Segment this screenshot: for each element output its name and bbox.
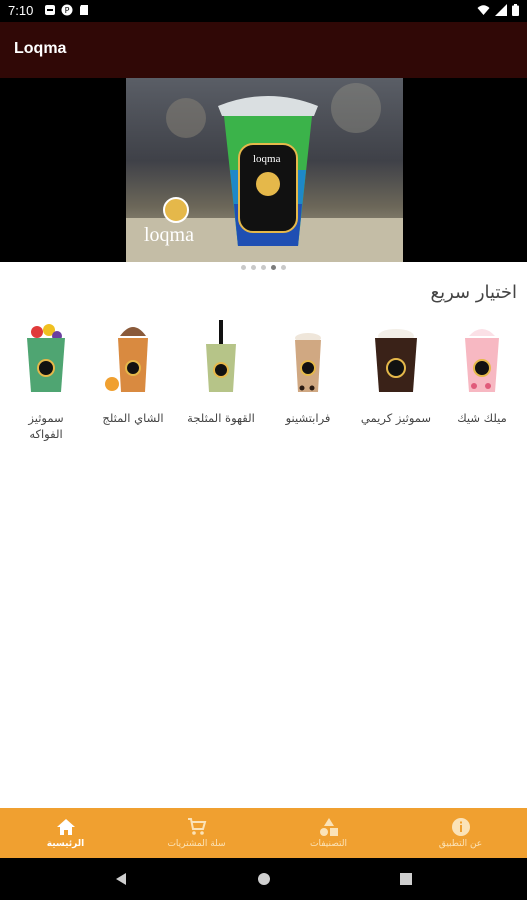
- status-time: 7:10: [8, 3, 34, 18]
- quick-item-label: الشاي المثلج: [102, 411, 164, 425]
- svg-text:P: P: [65, 6, 70, 15]
- bottom-navigation: الرئيسية سلة المشتريات التصنيفات عن التط…: [0, 808, 527, 858]
- banner-image: loqma loqma: [126, 78, 403, 262]
- system-icons: [477, 4, 519, 16]
- carousel-dot[interactable]: [261, 265, 266, 270]
- notification-icon: [45, 5, 55, 15]
- nav-about-label: عن التطبيق: [438, 839, 483, 849]
- home-circle-icon[interactable]: [257, 872, 271, 886]
- app-bar: Loqma: [0, 22, 527, 78]
- status-bar: 7:10 P: [0, 0, 527, 22]
- quick-select-list: ميلك شيك سموثيز كريمي فرابتشينو القهوة ا…: [0, 318, 527, 458]
- nav-categories-label: التصنيفات: [310, 839, 347, 849]
- carousel-indicator: [0, 265, 527, 275]
- frappuccino-image: [295, 333, 321, 392]
- carousel-dot[interactable]: [241, 265, 246, 270]
- quick-item-label: سموثيز كريمي: [360, 411, 432, 425]
- quick-item-frappuccino[interactable]: فرابتشينو: [265, 318, 351, 426]
- nav-about[interactable]: عن التطبيق: [395, 808, 526, 858]
- quick-item-label: فرابتشينو: [285, 411, 331, 425]
- nav-home[interactable]: الرئيسية: [0, 808, 131, 858]
- home-icon: [56, 819, 75, 835]
- quick-select-title: اختيار سريع: [430, 282, 518, 303]
- banner-carousel[interactable]: loqma loqma: [0, 78, 527, 262]
- sd-card-icon: [80, 5, 88, 15]
- app-notification-icon: P: [61, 4, 73, 16]
- notification-icons: P: [44, 4, 90, 16]
- carousel-dot[interactable]: [281, 265, 286, 270]
- quick-item-label: سموثيز الفواكه: [28, 411, 64, 441]
- categories-icon: [319, 818, 338, 836]
- nav-categories[interactable]: التصنيفات: [263, 808, 394, 858]
- carousel-dot[interactable]: [251, 265, 256, 270]
- app-title: Loqma: [14, 40, 67, 57]
- quick-item-iced-coffee[interactable]: القهوة المثلجة: [178, 318, 264, 426]
- quick-item-creamy-smoothie[interactable]: سموثيز كريمي: [353, 318, 439, 426]
- nav-home-label: الرئيسية: [46, 839, 85, 849]
- wifi-icon: [477, 5, 490, 15]
- quick-item-iced-tea[interactable]: الشاي المثلج: [90, 318, 176, 426]
- quick-item-label: ميلك شيك: [457, 411, 507, 425]
- signal-icon: [495, 4, 507, 16]
- recents-icon[interactable]: [399, 872, 413, 886]
- cart-icon: [187, 818, 206, 835]
- back-icon[interactable]: [114, 872, 128, 886]
- banner-cup-brand: loqma: [253, 153, 281, 165]
- battery-icon: [512, 4, 519, 16]
- fruit-smoothie-image: [27, 324, 65, 392]
- banner-brand-logo: loqma: [144, 224, 194, 246]
- quick-item-label: القهوة المثلجة: [187, 411, 255, 425]
- info-icon: [451, 818, 470, 836]
- nav-cart[interactable]: سلة المشتريات: [131, 808, 262, 858]
- iced-tea-image: [105, 327, 148, 392]
- quick-item-milkshake[interactable]: ميلك شيك: [439, 318, 525, 426]
- iced-coffee-image: [206, 320, 236, 392]
- milkshake-image: [465, 329, 499, 392]
- quick-item-fruit-smoothie[interactable]: سموثيز الفواكه: [3, 318, 89, 442]
- carousel-dot-active[interactable]: [271, 265, 276, 270]
- creamy-smoothie-image: [375, 329, 417, 392]
- system-navigation-bar: [0, 858, 527, 900]
- nav-cart-label: سلة المشتريات: [167, 839, 226, 849]
